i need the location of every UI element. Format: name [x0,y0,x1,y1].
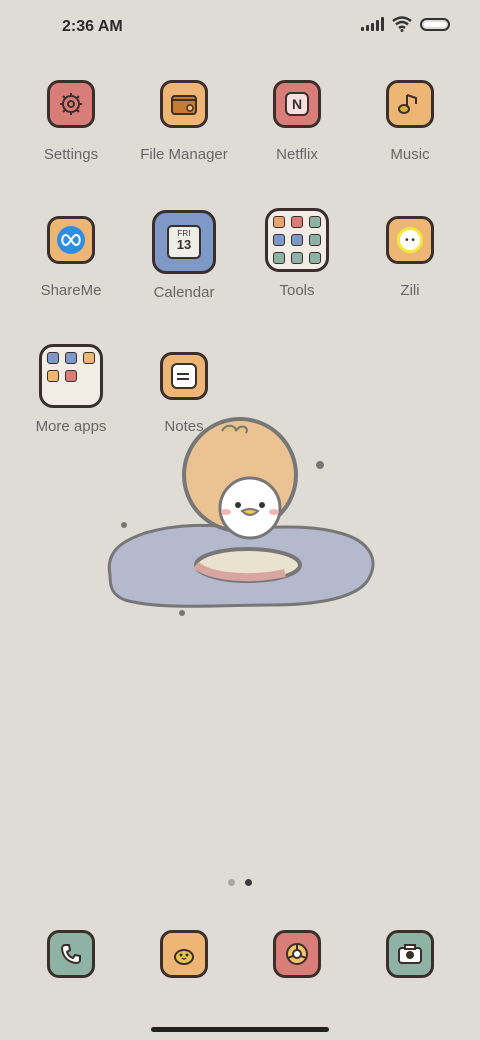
page-dot[interactable] [228,879,235,886]
app-label: Settings [43,146,99,163]
infinity-icon [47,216,95,264]
app-shareme[interactable]: ShareMe [11,216,131,299]
wifi-icon [392,16,412,32]
folder-tools-icon [265,208,329,272]
app-netflix[interactable]: N Netflix [237,80,357,163]
dock-browser[interactable] [237,930,357,978]
folder-tools[interactable]: Tools [237,208,357,299]
dock-camera[interactable] [350,930,470,978]
app-music[interactable]: Music [350,80,470,163]
duck-icon [160,930,208,978]
calendar-date: 13 [176,237,192,252]
dock-duck-app[interactable] [124,930,244,978]
app-zili[interactable]: • • Zili [350,216,470,299]
folder-more-apps-icon [39,344,103,408]
page-dot-active[interactable] [245,879,252,886]
app-label: Netflix [276,146,318,163]
status-bar: 2:36 AM [0,0,480,56]
page-indicator [228,879,252,886]
status-icons [361,16,450,32]
app-label: Tools [279,282,315,299]
camera-icon [386,930,434,978]
status-time: 2:36 AM [62,18,123,35]
cellular-signal-icon [361,17,384,31]
app-label: ShareMe [40,282,102,299]
browser-icon [273,930,321,978]
gear-icon [47,80,95,128]
dock-phone[interactable] [11,930,131,978]
app-label: File Manager [140,146,228,163]
duck-wallpaper-illustration [107,417,375,616]
netflix-icon: N [273,80,321,128]
app-file-manager[interactable]: File Manager [124,80,244,163]
zili-icon: • • [386,216,434,264]
folder-icon [160,80,208,128]
app-label: Music [390,146,430,163]
music-note-icon [386,80,434,128]
app-label: Calendar [153,284,215,301]
app-label: Zili [400,282,420,299]
phone-icon [47,930,95,978]
battery-icon [420,17,450,31]
calendar-icon: FRI 13 [152,210,216,274]
app-settings[interactable]: Settings [11,80,131,163]
home-indicator[interactable] [151,1027,329,1032]
app-calendar[interactable]: FRI 13 Calendar [124,210,244,301]
notes-icon [160,352,208,400]
